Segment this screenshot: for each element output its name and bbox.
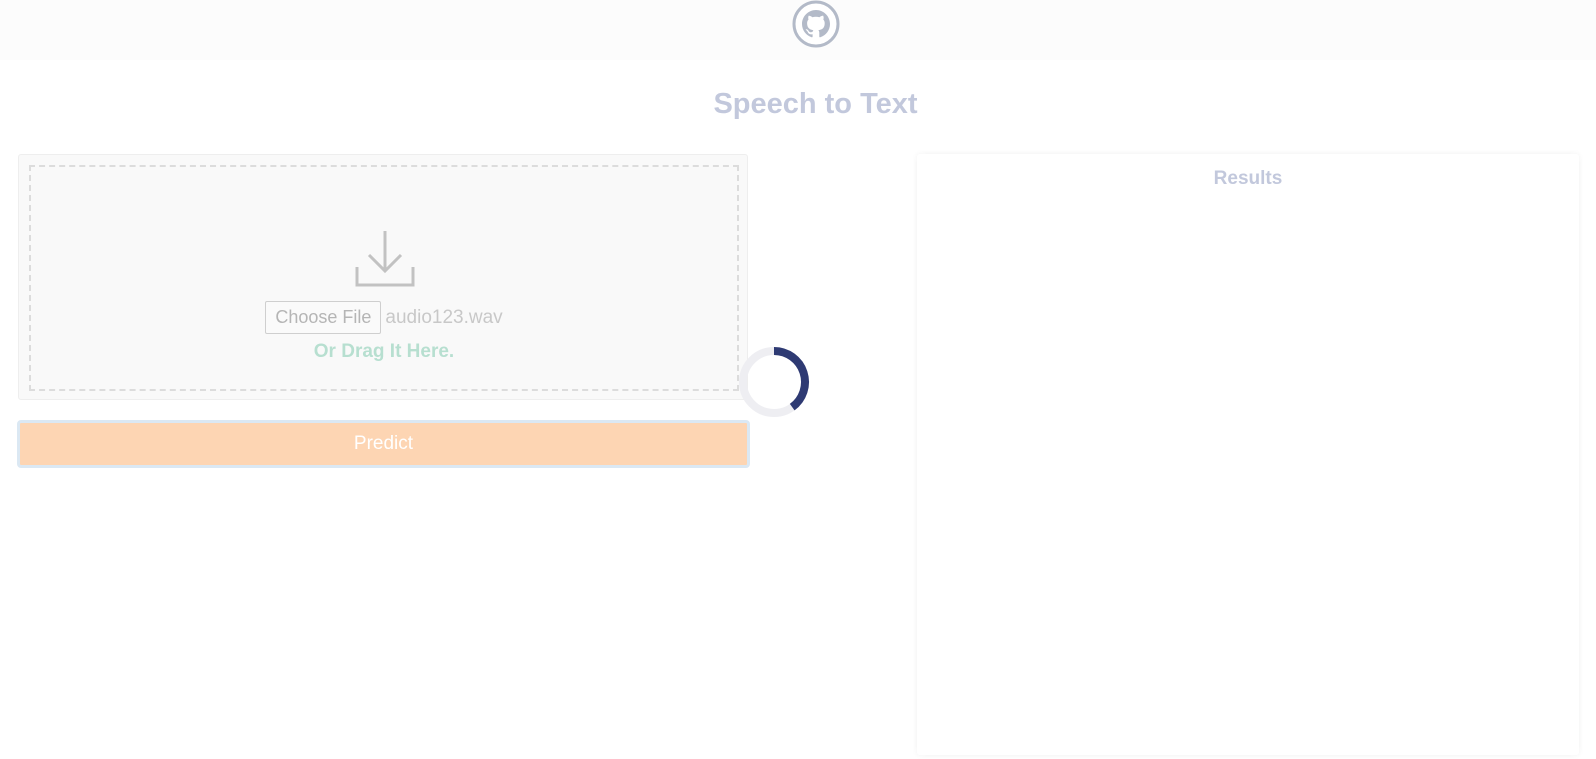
drag-hint: Or Drag It Here. xyxy=(313,341,455,362)
results-title: Results xyxy=(1213,168,1283,189)
spinner-icon xyxy=(738,346,810,418)
results-panel: Results xyxy=(917,154,1579,755)
file-drop-zone[interactable]: Choose File audio123.wav Or Drag It Here. xyxy=(29,165,739,391)
download-icon xyxy=(353,227,417,291)
upload-panel: Choose File audio123.wav Or Drag It Here. xyxy=(18,154,748,400)
choose-file-button[interactable]: Choose File xyxy=(265,301,382,334)
github-icon[interactable] xyxy=(792,0,840,48)
page-title: Speech to Text xyxy=(713,88,918,120)
predict-button[interactable]: Predict xyxy=(17,420,750,468)
top-bar xyxy=(0,0,1596,60)
file-input-row: Choose File audio123.wav xyxy=(31,301,737,334)
selected-file-name: audio123.wav xyxy=(385,306,503,328)
